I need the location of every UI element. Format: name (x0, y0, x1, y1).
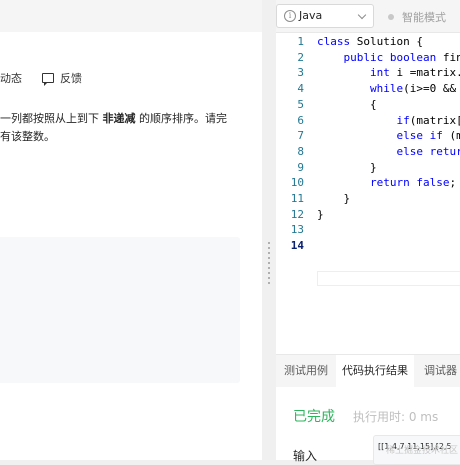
code-line[interactable]: 10 return false; (276, 175, 460, 191)
line-number: 10 (290, 176, 304, 190)
code-line[interactable]: 2 public boolean find (276, 50, 460, 66)
language-value: Java (299, 9, 323, 22)
code-text: while(i>=0 && j (369, 82, 457, 96)
tab-testcase[interactable]: 测试用例 (284, 355, 328, 387)
line-number: 2 (297, 50, 304, 64)
line-number: 9 (297, 160, 304, 174)
code-line[interactable]: 1 class Solution { (276, 34, 460, 50)
line-number: 6 (297, 113, 304, 127)
tab-debugger[interactable]: 调试器 (424, 355, 457, 387)
description-text: 一列都按照从上到下 (0, 112, 103, 125)
code-text: return false; (369, 176, 457, 190)
line-number: 13 (290, 223, 304, 237)
code-line[interactable]: 11 } (276, 191, 460, 207)
feedback-label: 反馈 (60, 72, 82, 85)
problem-toolbar: 动态 反馈 (0, 60, 262, 96)
smart-mode-toggle[interactable]: 智能模式 (388, 9, 446, 25)
code-line[interactable]: 4 while(i>=0 && j (276, 81, 460, 97)
line-number: 11 (290, 192, 304, 205)
status-completed: 已完成 (293, 409, 335, 425)
code-text: public boolean find (343, 50, 460, 64)
description-text: 的顺序排序。请完 (135, 112, 227, 125)
description-line-2: 有该整数。 (0, 130, 55, 143)
console-tabs: 测试用例 代码执行结果 调试器 (276, 354, 460, 387)
code-line[interactable]: 3 int i =matrix.l (276, 65, 460, 81)
code-line[interactable]: 7 else if (ma (276, 128, 460, 144)
input-label: 输入 (293, 449, 318, 463)
editor-header: i Java 智能模式 (276, 0, 460, 33)
code-line[interactable]: 5 { (276, 97, 460, 113)
code-line[interactable]: 6 if(matrix[i (276, 113, 460, 129)
activity-tab[interactable]: 动态 (0, 70, 22, 86)
chevron-down-icon (357, 10, 367, 20)
info-icon: i (284, 10, 296, 22)
execution-time: 执行用时: 0 ms (353, 410, 439, 424)
code-text: } (317, 160, 377, 174)
watermark: 稀土掘金技术社区 (385, 446, 458, 456)
code-text: class Solution { (317, 35, 423, 48)
editor-panel: i Java 智能模式 1 class Solution { 2 public bo… (276, 0, 460, 465)
description-line-1: 一列都按照从上到下 非递减 的顺序排序。请完 (0, 110, 250, 128)
result-panel: 已完成 执行用时: 0 ms 输入 [[1,4,7,11,15],[2,5 稀土… (276, 387, 460, 465)
code-editor[interactable]: 1 class Solution { 2 public boolean find3 … (276, 33, 460, 353)
tab-result[interactable]: 代码执行结果 (336, 355, 414, 387)
code-text: } (317, 192, 351, 205)
smart-mode-label: 智能模式 (402, 11, 446, 24)
line-number: 1 (297, 35, 304, 48)
line-number: 14 (290, 239, 304, 253)
code-text: } (317, 207, 324, 221)
code-line[interactable]: 14 (276, 238, 460, 254)
line-number: 4 (297, 82, 304, 96)
example-box (0, 237, 240, 383)
code-line[interactable]: 8 else return (276, 144, 460, 160)
code-line[interactable]: 12} (276, 207, 460, 223)
feedback-icon (42, 73, 54, 86)
panel-splitter[interactable] (262, 0, 276, 460)
code-text: if(matrix[i (396, 113, 460, 127)
line-number: 12 (290, 207, 304, 221)
line-number: 3 (297, 66, 304, 80)
line-number: 5 (297, 97, 304, 111)
code-text: { (317, 97, 377, 111)
code-text: else return (396, 144, 460, 158)
code-text: else if (ma (396, 129, 460, 143)
current-line-highlight (317, 271, 460, 286)
problem-description: 一列都按照从上到下 非递减 的顺序排序。请完 有该整数。 (0, 110, 250, 146)
description-bold-text: 非递减 (102, 112, 136, 125)
toggle-dot-icon (388, 14, 394, 20)
code-line[interactable]: 9 } (276, 160, 460, 176)
line-number: 7 (297, 129, 304, 143)
code-line[interactable]: 13 (276, 222, 460, 238)
problem-panel: 动态 反馈 一列都按照从上到下 非递减 的顺序排序。请完 有该整数。 (0, 0, 262, 460)
drag-handle-icon[interactable] (268, 242, 270, 284)
problem-panel-header (0, 0, 262, 32)
line-number: 8 (297, 144, 304, 158)
language-select[interactable]: i Java (276, 4, 374, 28)
feedback-button[interactable]: 反馈 (42, 70, 82, 86)
code-text: int i =matrix.l (369, 66, 460, 80)
